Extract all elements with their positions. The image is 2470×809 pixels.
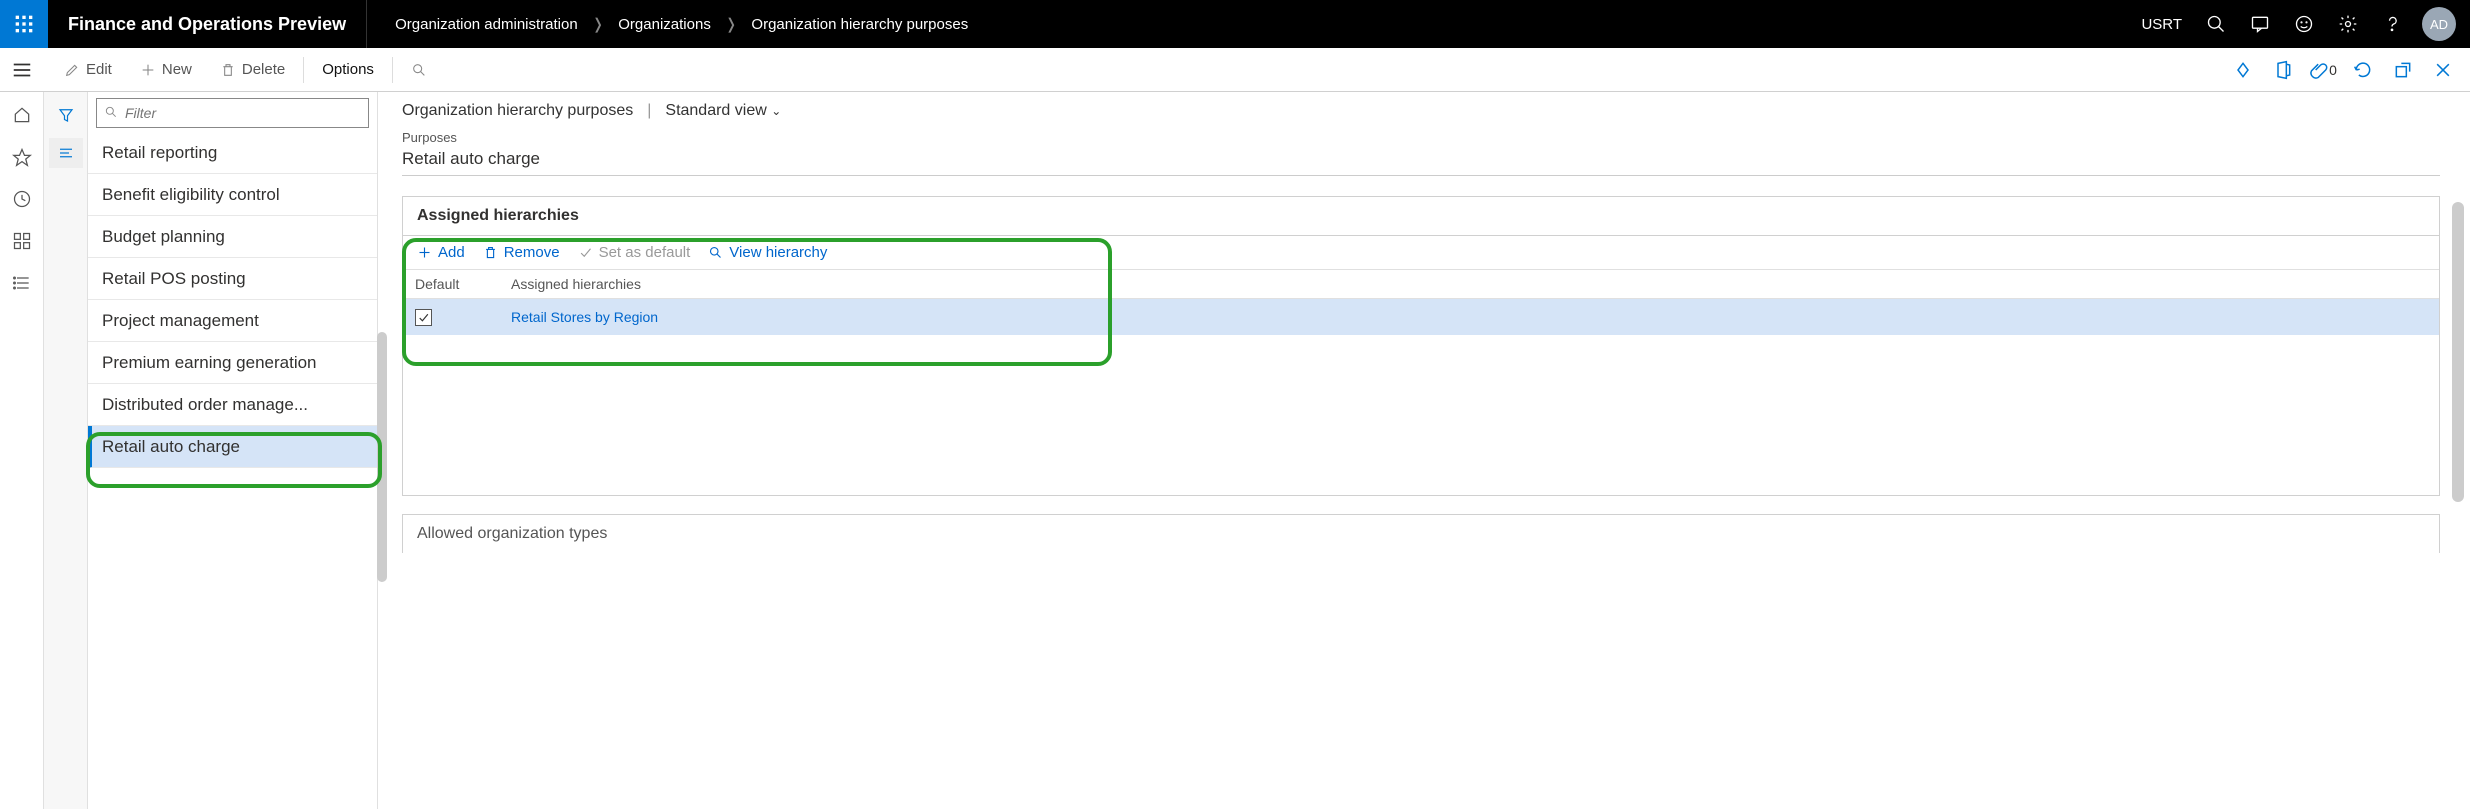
list-item[interactable]: Distributed order manage...: [88, 384, 377, 426]
app-title: Finance and Operations Preview: [48, 0, 367, 48]
purposes-field-label: Purposes: [402, 130, 2440, 145]
search-icon: [411, 62, 427, 78]
paperclip-icon: [2309, 60, 2329, 80]
action-bar: Edit New Delete Options 0: [0, 48, 2470, 92]
trash-icon: [483, 245, 498, 260]
trash-icon: [220, 62, 236, 78]
popout-button[interactable]: [2386, 53, 2420, 87]
refresh-icon: [2353, 60, 2373, 80]
assigned-hierarchies-panel: Assigned hierarchies Add Remove Set as d…: [402, 196, 2440, 496]
options-button[interactable]: Options: [308, 48, 388, 92]
separator: |: [647, 102, 651, 120]
home-icon: [12, 105, 32, 125]
add-button[interactable]: Add: [417, 244, 465, 261]
grid-icon: [12, 231, 32, 251]
attachments-button[interactable]: 0: [2306, 53, 2340, 87]
hamburger-icon: [11, 59, 33, 81]
remove-button[interactable]: Remove: [483, 244, 560, 261]
personalize-button[interactable]: [2226, 53, 2260, 87]
company-code[interactable]: USRT: [2129, 16, 2194, 33]
breadcrumb-item[interactable]: Organizations: [618, 16, 711, 33]
edit-button[interactable]: Edit: [50, 48, 126, 92]
list-item[interactable]: Project management: [88, 300, 377, 342]
app-launcher-button[interactable]: [0, 0, 48, 48]
check-icon: [417, 311, 430, 324]
column-header-assigned[interactable]: Assigned hierarchies: [499, 270, 2439, 298]
workspaces-button[interactable]: [5, 226, 39, 256]
refresh-button[interactable]: [2346, 53, 2380, 87]
purposes-list-pane: Retail reportingBenefit eligibility cont…: [88, 92, 378, 809]
close-icon: [2433, 60, 2453, 80]
office-icon: [2273, 60, 2293, 80]
default-checkbox[interactable]: [415, 309, 432, 326]
help-button[interactable]: [2370, 0, 2414, 48]
page-title: Organization hierarchy purposes: [402, 102, 633, 120]
filter-input[interactable]: [96, 98, 369, 128]
column-header-default[interactable]: Default: [403, 270, 499, 298]
breadcrumb-item[interactable]: Organization hierarchy purposes: [751, 16, 968, 33]
modules-button[interactable]: [5, 268, 39, 298]
question-icon: [2382, 14, 2402, 34]
diamond-icon: [2233, 60, 2253, 80]
filter-icon: [104, 105, 118, 119]
hierarchy-link[interactable]: Retail Stores by Region: [499, 309, 2439, 325]
office-button[interactable]: [2266, 53, 2300, 87]
check-icon: [578, 245, 593, 260]
main-content: Organization hierarchy purposes | Standa…: [378, 92, 2470, 809]
funnel-icon: [57, 106, 75, 124]
messages-button[interactable]: [2238, 0, 2282, 48]
view-hierarchy-button[interactable]: View hierarchy: [708, 244, 827, 261]
top-navigation-bar: Finance and Operations Preview Organizat…: [0, 0, 2470, 48]
plus-icon: [417, 245, 432, 260]
search-icon: [708, 245, 723, 260]
find-button[interactable]: [397, 48, 441, 92]
recent-button[interactable]: [5, 184, 39, 214]
table-row[interactable]: Retail Stores by Region: [403, 299, 2439, 335]
star-icon: [12, 147, 32, 167]
chevron-right-icon: ❭: [592, 15, 605, 33]
scrollbar[interactable]: [2452, 202, 2464, 502]
panel-title: Assigned hierarchies: [403, 197, 2439, 236]
popout-icon: [2393, 60, 2413, 80]
gear-icon: [2338, 14, 2358, 34]
list-item[interactable]: Retail reporting: [88, 132, 377, 174]
list-item[interactable]: Premium earning generation: [88, 342, 377, 384]
search-icon: [2206, 14, 2226, 34]
filter-pane-button[interactable]: [49, 100, 83, 130]
filter-rail: [44, 92, 88, 809]
breadcrumb: Organization administration ❭ Organizati…: [367, 15, 996, 33]
set-default-button: Set as default: [578, 244, 691, 261]
home-button[interactable]: [5, 100, 39, 130]
chevron-right-icon: ❭: [725, 15, 738, 33]
breadcrumb-item[interactable]: Organization administration: [395, 16, 578, 33]
navigation-toggle[interactable]: [0, 48, 44, 92]
delete-button[interactable]: Delete: [206, 48, 299, 92]
list-item[interactable]: Retail POS posting: [88, 258, 377, 300]
purposes-field-value[interactable]: Retail auto charge: [402, 147, 2440, 176]
allowed-org-types-panel-title: Allowed organization types: [402, 514, 2440, 553]
view-selector[interactable]: Standard view ⌄: [665, 102, 781, 120]
favorites-button[interactable]: [5, 142, 39, 172]
list-item[interactable]: Benefit eligibility control: [88, 174, 377, 216]
search-button[interactable]: [2194, 0, 2238, 48]
list-item[interactable]: Budget planning: [88, 216, 377, 258]
smile-icon: [2294, 14, 2314, 34]
lines-icon: [57, 144, 75, 162]
new-button[interactable]: New: [126, 48, 206, 92]
clock-icon: [12, 189, 32, 209]
list-item[interactable]: Retail auto charge: [88, 426, 377, 468]
chat-icon: [2250, 14, 2270, 34]
nav-rail: [0, 92, 44, 809]
close-button[interactable]: [2426, 53, 2460, 87]
chevron-down-icon: ⌄: [771, 104, 781, 118]
waffle-icon: [14, 14, 34, 34]
pencil-icon: [64, 62, 80, 78]
list-icon: [12, 273, 32, 293]
plus-icon: [140, 62, 156, 78]
settings-button[interactable]: [2326, 0, 2370, 48]
related-info-button[interactable]: [49, 138, 83, 168]
feedback-button[interactable]: [2282, 0, 2326, 48]
user-avatar[interactable]: AD: [2422, 7, 2456, 41]
